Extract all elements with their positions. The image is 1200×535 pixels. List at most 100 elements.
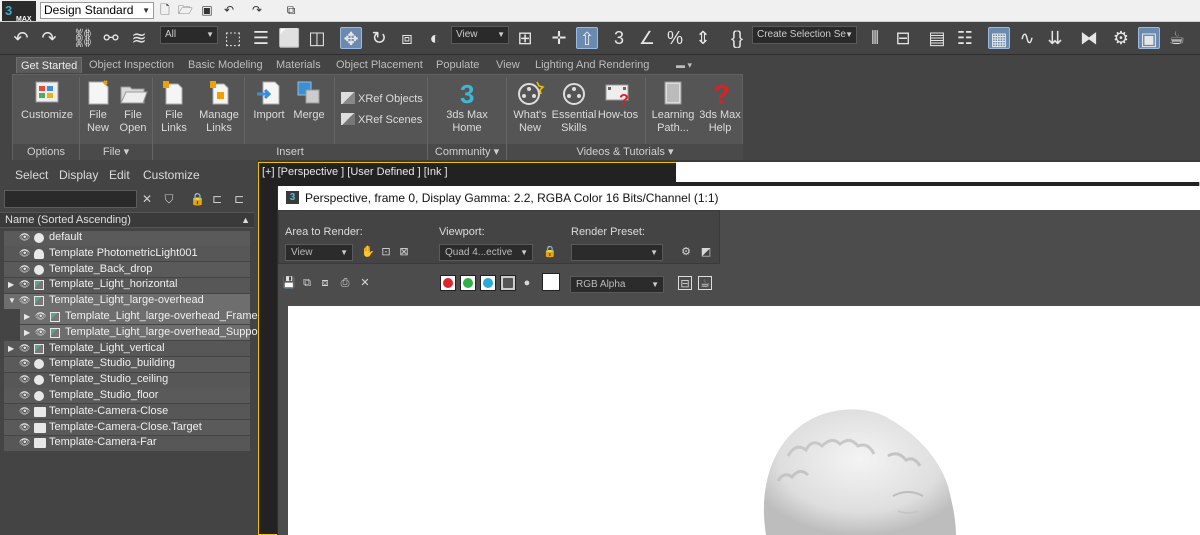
- expand-icon[interactable]: ▶: [8, 277, 16, 293]
- redo-icon[interactable]: ↷: [38, 27, 60, 49]
- crop-region-icon[interactable]: ⊠: [397, 245, 411, 259]
- explorer-search-input[interactable]: [4, 190, 137, 208]
- rect-selection-icon[interactable]: ⬜: [278, 27, 300, 49]
- curve-editor-icon[interactable]: ∿: [1016, 27, 1038, 49]
- viewport-select[interactable]: Quad 4...ective ▼: [439, 244, 533, 261]
- menu-select[interactable]: Select: [15, 168, 48, 182]
- learning-path-button[interactable]: Learning Path...: [651, 79, 695, 135]
- file-links-button[interactable]: File Links: [157, 79, 191, 135]
- clear-icon[interactable]: ✕: [358, 276, 372, 290]
- tab-view[interactable]: View: [492, 57, 524, 73]
- toggle-ui-icon[interactable]: ☕: [698, 276, 712, 290]
- scene-explorer-icon[interactable]: ☷: [954, 27, 976, 49]
- tree-row[interactable]: 👁 Template_Studio_floor: [0, 388, 254, 404]
- expand-icon[interactable]: ▶: [8, 341, 16, 357]
- insert-group-footer[interactable]: Insert: [153, 144, 427, 160]
- clone-frame-icon[interactable]: ⧈: [318, 276, 332, 290]
- red-channel-toggle[interactable]: [440, 275, 456, 291]
- tree-row[interactable]: ▶ 👁 Template_Light_large-overhead_Frame: [0, 309, 258, 325]
- options-group-footer[interactable]: Options: [13, 144, 79, 160]
- app-logo[interactable]: 3 MAX: [2, 1, 36, 23]
- scale-icon[interactable]: ⧈: [396, 27, 418, 49]
- area-to-render-select[interactable]: View ▼: [285, 244, 353, 261]
- tree-row[interactable]: 👁 Template PhotometricLight001: [0, 246, 254, 262]
- file-open-button[interactable]: File Open: [117, 79, 149, 135]
- unlink-icon[interactable]: ⚯: [100, 27, 122, 49]
- lock-icon[interactable]: 🔒: [190, 191, 205, 207]
- green-channel-toggle[interactable]: [460, 275, 476, 291]
- visibility-eye-icon[interactable]: 👁: [19, 277, 31, 293]
- menu-edit[interactable]: Edit: [109, 168, 130, 182]
- community-group-footer[interactable]: Community ▾: [428, 144, 506, 160]
- file-group-footer[interactable]: File ▾: [80, 144, 152, 160]
- environment-icon[interactable]: ◩: [699, 245, 713, 259]
- workspace-select[interactable]: Design Standard ▼: [40, 2, 154, 19]
- merge-button[interactable]: Merge: [291, 79, 327, 122]
- spinner-snap-icon[interactable]: ⇕: [692, 27, 714, 49]
- save-icon[interactable]: ▣: [200, 3, 214, 17]
- manage-links-button[interactable]: Manage Links: [197, 79, 241, 135]
- tab-basic-modeling[interactable]: Basic Modeling: [184, 57, 267, 73]
- selection-filter-select[interactable]: All ▼: [160, 26, 218, 44]
- visibility-eye-icon[interactable]: 👁: [19, 435, 31, 451]
- edit-region-icon[interactable]: ✋: [361, 245, 375, 259]
- render-frame-icon[interactable]: ☕: [1166, 27, 1188, 49]
- videos-tutorials-group-footer[interactable]: Videos & Tutorials ▾: [507, 144, 743, 160]
- select-object-icon[interactable]: ⬚: [222, 27, 244, 49]
- keyboard-shortcut-override-icon[interactable]: ⇧: [576, 27, 598, 49]
- material-editor-icon[interactable]: ⚙: [1110, 27, 1132, 49]
- visibility-eye-icon[interactable]: 👁: [19, 246, 31, 262]
- edit-named-selection-icon[interactable]: {}: [726, 27, 748, 49]
- visibility-eye-icon[interactable]: 👁: [19, 388, 31, 404]
- tree-row[interactable]: ▶ 👁 Template_Light_horizontal: [0, 277, 254, 293]
- visibility-eye-icon[interactable]: 👁: [19, 230, 31, 246]
- expand-icon[interactable]: ▶: [24, 309, 32, 325]
- undo-icon[interactable]: ↶: [222, 3, 236, 17]
- visibility-eye-icon[interactable]: 👁: [19, 356, 31, 372]
- tab-materials[interactable]: Materials: [272, 57, 325, 73]
- print-image-icon[interactable]: ⎙: [338, 276, 352, 290]
- tree-row[interactable]: ▶ 👁 Template_Light_large-overhead_Support: [0, 325, 264, 341]
- place-icon[interactable]: ◐: [424, 27, 446, 49]
- ribbon-options-icon[interactable]: ▬ ▾: [672, 57, 696, 73]
- monochrome-icon[interactable]: ●: [520, 276, 534, 290]
- collapse-icon[interactable]: ▼: [8, 293, 16, 309]
- project-folder-icon[interactable]: ⧉: [284, 3, 298, 17]
- render-preset-select[interactable]: ▼: [571, 244, 663, 261]
- window-crossing-icon[interactable]: ◫: [306, 27, 328, 49]
- toggle-ui-overlay-icon[interactable]: ⊟: [678, 276, 692, 290]
- visibility-eye-icon[interactable]: 👁: [19, 262, 31, 278]
- angle-snap-icon[interactable]: ∠: [636, 27, 658, 49]
- tree-row[interactable]: 👁 Template-Camera-Close: [0, 404, 254, 420]
- layer-explorer-icon[interactable]: ▤: [926, 27, 948, 49]
- 3ds-max-help-button[interactable]: ? 3ds Max Help: [697, 79, 743, 135]
- filter-icon[interactable]: ⛉: [162, 191, 176, 207]
- select-manipulate-icon[interactable]: ✛: [548, 27, 570, 49]
- lock-viewport-icon[interactable]: 🔒: [543, 245, 557, 259]
- dope-sheet-icon[interactable]: ⇊: [1044, 27, 1066, 49]
- alpha-channel-toggle[interactable]: [500, 275, 516, 291]
- tree-row[interactable]: ▶ 👁 Template_Light_vertical: [0, 341, 254, 357]
- copy-image-icon[interactable]: ⧉: [300, 276, 314, 290]
- bind-space-warp-icon[interactable]: ≋: [128, 27, 150, 49]
- xref-objects-button[interactable]: XRef Objects: [341, 91, 423, 107]
- whats-new-button[interactable]: What's New: [513, 79, 547, 135]
- visibility-eye-icon[interactable]: 👁: [19, 372, 31, 388]
- visibility-eye-icon[interactable]: 👁: [19, 420, 31, 436]
- tab-object-placement[interactable]: Object Placement: [332, 57, 427, 73]
- expand-icon[interactable]: ▶: [24, 325, 32, 341]
- tree-row[interactable]: 👁 Template_Studio_ceiling: [0, 372, 254, 388]
- viewport-label[interactable]: [+] [Perspective ] [User Defined ] [Ink …: [262, 166, 448, 178]
- visibility-eye-icon[interactable]: 👁: [19, 341, 31, 357]
- tree-row[interactable]: ▼ 👁 Template_Light_large-overhead: [0, 293, 254, 309]
- tab-lighting-and-rendering[interactable]: Lighting And Rendering: [531, 57, 653, 73]
- align-icon[interactable]: ⊟: [892, 27, 914, 49]
- tab-object-inspection[interactable]: Object Inspection: [85, 57, 178, 73]
- tree-row[interactable]: 👁 Template-Camera-Far: [0, 435, 254, 451]
- move-icon[interactable]: ✥: [340, 27, 362, 49]
- blue-channel-toggle[interactable]: [480, 275, 496, 291]
- select-by-name-icon[interactable]: ☰: [250, 27, 272, 49]
- hierarchy-icon[interactable]: ⊏: [210, 191, 224, 207]
- mirror-icon[interactable]: ⫴: [864, 27, 886, 49]
- auto-region-icon[interactable]: ⊡: [379, 245, 393, 259]
